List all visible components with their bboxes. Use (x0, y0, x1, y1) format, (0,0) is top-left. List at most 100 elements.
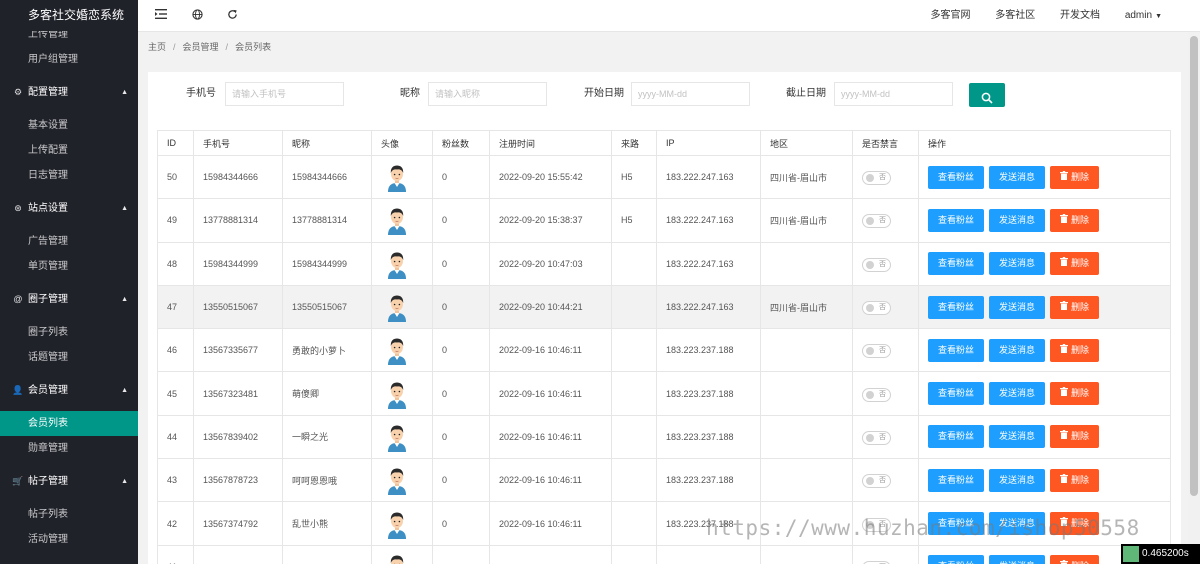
cell-region (760, 544, 853, 564)
send-message-button[interactable]: 发送消息 (989, 338, 1046, 362)
table-row: 41 否查看粉丝发送消息删除 (157, 544, 1171, 564)
page-scrollbar[interactable] (1188, 32, 1200, 564)
delete-button[interactable]: 删除 (1050, 555, 1100, 564)
refresh-icon[interactable] (225, 9, 239, 23)
delete-button[interactable]: 删除 (1050, 468, 1100, 492)
breadcrumb-current: 会员列表 (235, 42, 272, 52)
user-menu[interactable]: admin ▼ (1125, 10, 1162, 21)
column-header: 是否禁言 (852, 130, 919, 156)
sidebar-item[interactable]: 帖子列表 (0, 502, 138, 527)
sidebar-item[interactable]: 单页管理 (0, 254, 138, 279)
sidebar-nav: 上传管理 用户组管理 ⚙ 配置管理 ▲ 基本设置 上传配置 日志管理 ⊛ 站点设置 ▲ 广告管理 单页管… (0, 22, 138, 552)
mute-toggle[interactable]: 否 (862, 474, 891, 489)
sidebar-item[interactable]: 勋章管理 (0, 436, 138, 461)
avatar-cell (371, 198, 433, 243)
phone-input[interactable] (225, 82, 344, 106)
view-fans-button[interactable]: 查看粉丝 (928, 165, 985, 189)
sidebar-item[interactable]: 用户组管理 (0, 47, 138, 72)
sidebar-item[interactable]: 话题管理 (0, 345, 138, 370)
header-link-docs[interactable]: 开发文档 (1060, 10, 1100, 21)
cell-id: 49 (157, 198, 194, 243)
cell-phone: 13567374792 (193, 501, 283, 546)
toggle-text: 否 (879, 433, 886, 441)
trash-icon (1060, 425, 1069, 448)
trash-icon (1060, 252, 1069, 275)
send-message-button[interactable]: 发送消息 (989, 252, 1046, 276)
cell-nickname (282, 544, 372, 564)
watermark: https://www.huzhan.com/ishop50558 (706, 516, 1140, 540)
delete-button[interactable]: 删除 (1050, 338, 1100, 362)
cell-region: 四川省-眉山市 (760, 284, 853, 330)
delete-button[interactable]: 删除 (1050, 382, 1100, 406)
cell-ip: 183.223.237.188 (656, 458, 761, 503)
view-fans-button[interactable]: 查看粉丝 (928, 252, 985, 276)
send-message-button[interactable]: 发送消息 (989, 382, 1046, 406)
view-fans-button[interactable]: 查看粉丝 (928, 425, 985, 449)
send-message-button[interactable]: 发送消息 (989, 295, 1046, 319)
header-link-official[interactable]: 多客官网 (930, 10, 970, 21)
nickname-input[interactable] (428, 82, 547, 106)
send-message-button[interactable]: 发送消息 (989, 425, 1046, 449)
view-fans-button[interactable]: 查看粉丝 (928, 208, 985, 232)
end-date-input[interactable] (834, 82, 953, 106)
avatar-cell (371, 371, 433, 416)
sidebar-item[interactable]: 会员列表 (0, 411, 138, 436)
sidebar-group[interactable]: ⊛ 站点设置 ▲ (0, 188, 138, 229)
cell-mute: 否 (852, 198, 919, 243)
send-message-button[interactable]: 发送消息 (989, 165, 1046, 189)
avatar-cell (371, 501, 433, 546)
mute-toggle[interactable]: 否 (862, 430, 891, 445)
toggle-knob (866, 477, 874, 486)
cell-source (611, 328, 657, 373)
mute-toggle[interactable]: 否 (862, 301, 891, 316)
delete-button[interactable]: 删除 (1050, 252, 1100, 276)
mute-toggle[interactable]: 否 (862, 171, 891, 186)
delete-button[interactable]: 删除 (1050, 208, 1100, 232)
delete-button[interactable]: 删除 (1050, 295, 1100, 319)
cell-time: 2022-09-20 15:38:37 (489, 198, 612, 243)
cell-mute: 否 (852, 458, 919, 503)
send-message-button[interactable]: 发送消息 (989, 555, 1046, 564)
sidebar-item[interactable]: 日志管理 (0, 163, 138, 188)
globe-icon[interactable] (190, 9, 204, 23)
mute-toggle[interactable]: 否 (862, 344, 891, 359)
mute-toggle[interactable]: 否 (862, 257, 891, 272)
sidebar-group[interactable]: ⚙ 配置管理 ▲ (0, 72, 138, 113)
header-links: 多客官网 多客社区 开发文档 admin ▼ (908, 0, 1162, 32)
view-fans-button[interactable]: 查看粉丝 (928, 468, 985, 492)
view-fans-button[interactable]: 查看粉丝 (928, 382, 985, 406)
sidebar-item[interactable]: 活动管理 (0, 527, 138, 552)
start-date-input[interactable] (631, 82, 750, 106)
breadcrumb-section[interactable]: 会员管理 (183, 42, 219, 52)
delete-button[interactable]: 删除 (1050, 425, 1100, 449)
send-message-button[interactable]: 发送消息 (989, 208, 1046, 232)
cell-phone: 13567839402 (193, 414, 283, 460)
sidebar-group[interactable]: @ 圈子管理 ▲ (0, 279, 138, 320)
sidebar-item[interactable]: 圈子列表 (0, 320, 138, 345)
view-fans-button[interactable]: 查看粉丝 (928, 295, 985, 319)
view-fans-button[interactable]: 查看粉丝 (928, 555, 985, 564)
delete-button[interactable]: 删除 (1050, 165, 1100, 189)
cell-actions: 查看粉丝发送消息 删除 (918, 154, 1171, 200)
sidebar-group[interactable]: 🛒 帖子管理 ▲ (0, 461, 138, 502)
cell-ip (656, 544, 761, 564)
send-message-button[interactable]: 发送消息 (989, 468, 1046, 492)
breadcrumb-home[interactable]: 主页 (148, 42, 166, 52)
cell-source (611, 458, 657, 503)
sidebar-item[interactable]: 广告管理 (0, 229, 138, 254)
delete-label: 删除 (1071, 388, 1090, 399)
view-fans-button[interactable]: 查看粉丝 (928, 338, 985, 362)
sidebar-item[interactable]: 上传配置 (0, 138, 138, 163)
toggle-knob (866, 390, 874, 399)
mute-toggle[interactable]: 否 (862, 387, 891, 402)
cell-region (760, 371, 853, 416)
sidebar-item[interactable]: 基本设置 (0, 113, 138, 138)
menu-fold-icon[interactable] (154, 9, 168, 23)
toggle-text: 否 (879, 347, 886, 355)
header-link-community[interactable]: 多客社区 (995, 10, 1035, 21)
scrollbar-thumb[interactable] (1190, 36, 1198, 496)
toggle-text: 否 (879, 477, 886, 485)
search-button[interactable] (969, 83, 1005, 107)
sidebar-group[interactable]: 👤 会员管理 ▲ (0, 370, 138, 411)
mute-toggle[interactable]: 否 (862, 214, 891, 229)
